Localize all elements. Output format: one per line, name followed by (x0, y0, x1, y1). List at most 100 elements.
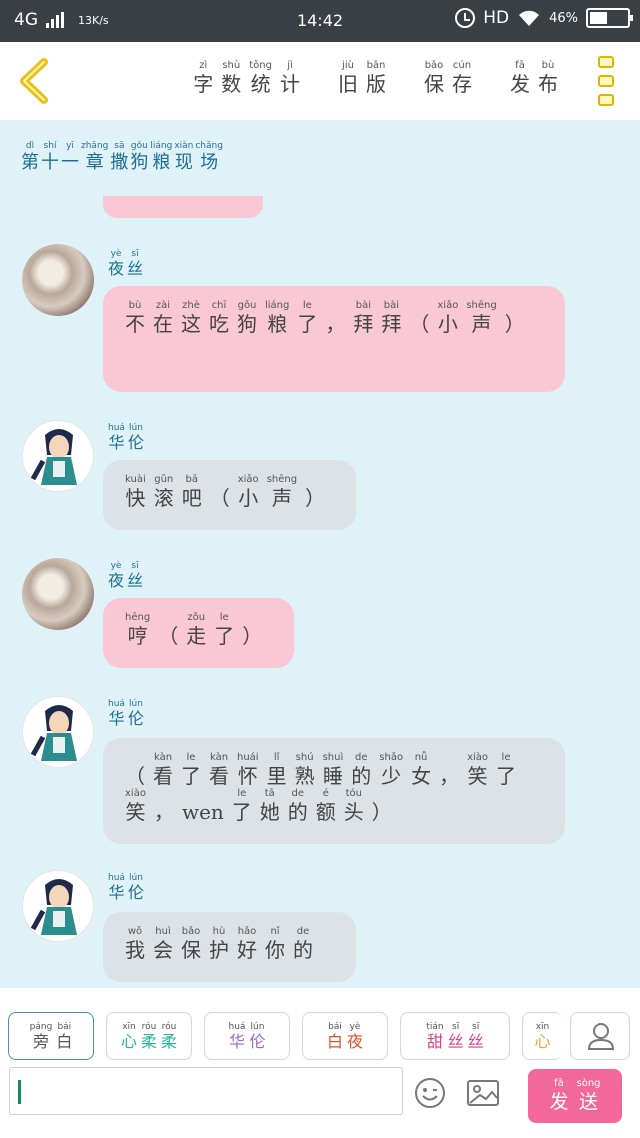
hanzi: 声 (471, 312, 492, 336)
pinyin-char: （ (409, 300, 429, 336)
pinyin: fā (515, 60, 525, 71)
hanzi: 粮 (152, 152, 171, 173)
hanzi: （ (158, 624, 179, 648)
hanzi: 一 (61, 152, 79, 173)
send-button[interactable]: fā 发 sòng 送 (528, 1069, 622, 1123)
pinyin (162, 788, 165, 800)
chip-narration[interactable]: páng 旁 bái 白 (8, 1012, 94, 1060)
message-bubble[interactable]: hēng 哼 （ zǒu 走 le 了 ） (103, 598, 294, 668)
pinyin (133, 752, 136, 764)
hanzi: 伦 (127, 709, 144, 728)
pinyin-char: ） (372, 788, 392, 824)
avatar[interactable] (22, 420, 94, 492)
pinyin: zhāng (81, 141, 109, 151)
hanzi: 的 (287, 800, 308, 824)
user-icon[interactable] (570, 1012, 630, 1060)
pinyin: nǐ (270, 926, 280, 937)
pinyin-char: wen (182, 788, 224, 824)
hanzi: 第 (21, 152, 39, 173)
pinyin-char: tóu 头 (344, 788, 364, 824)
pinyin-char: shēng 声 (267, 474, 297, 510)
chip-tian-si-si[interactable]: tián 甜 sī 丝 sī 丝 (400, 1012, 510, 1060)
save-button[interactable]: bǎo 保 cún 存 (420, 60, 476, 96)
pinyin: bù (541, 60, 555, 71)
chip-bai-ye[interactable]: bái 白 yè 夜 (302, 1012, 388, 1060)
chip-hua-lun[interactable]: huá 华 lún 伦 (204, 1012, 290, 1060)
hanzi: 布 (538, 72, 558, 96)
back-arrow-icon[interactable] (14, 58, 54, 104)
pinyin-char: le 了 (214, 612, 234, 648)
hanzi: 不 (125, 312, 145, 336)
pinyin: bài (355, 300, 371, 311)
hanzi: 夜 (347, 1032, 364, 1051)
avatar[interactable] (22, 244, 94, 316)
hanzi: 现 (174, 152, 193, 173)
message-input[interactable] (9, 1067, 403, 1115)
chip-partial[interactable]: xīn 心 (522, 1012, 562, 1060)
pinyin-char: chǎng 场 (195, 140, 223, 174)
pinyin-char: shēng 声 (466, 300, 496, 336)
hanzi: 送 (579, 1091, 599, 1113)
pinyin-char: yè 夜 (108, 248, 124, 278)
pinyin: le (501, 752, 511, 763)
pinyin-char: bù 不 (125, 300, 145, 336)
emoji-icon[interactable] (414, 1077, 446, 1109)
old-version-button[interactable]: jiù 旧 bǎn 版 (334, 60, 390, 96)
word-count-button[interactable]: zì 字 shù 数 tǒng 统 jì 计 (189, 60, 304, 96)
pinyin: zǒu (187, 612, 206, 623)
hanzi: 白 (56, 1032, 73, 1051)
pinyin-char: cún 存 (452, 60, 472, 96)
wifi-icon (519, 10, 540, 26)
hanzi: 撒 (110, 152, 129, 173)
pinyin-char: huá 华 (229, 1021, 246, 1051)
pinyin-char: ） (505, 300, 525, 336)
pinyin: hēng (125, 612, 151, 623)
hanzi: 华 (108, 883, 125, 902)
pinyin-char: lún 伦 (128, 872, 144, 902)
pinyin-char: tā 她 (260, 788, 280, 824)
speaker-name: huá 华 lún 伦 (108, 422, 147, 452)
image-icon[interactable] (466, 1079, 500, 1107)
pinyin: shēng (266, 474, 298, 485)
message-bubble[interactable]: kuài 快 gǔn 滚 bā 吧 （ xiǎo 小 shēng 声 ） (103, 460, 356, 530)
pinyin (218, 474, 221, 486)
hanzi: 看 (209, 764, 229, 788)
hanzi: 版 (366, 72, 386, 96)
message-bubble[interactable]: bù 不 zài 在 zhè 这 chī 吃 gǒu 狗 liáng 粮 le 了 ， bài 拜 bài 拜 （… (103, 286, 565, 392)
hanzi: 了 (231, 800, 252, 824)
avatar[interactable] (22, 870, 94, 942)
pinyin-char: nǚ 女 (411, 752, 431, 788)
pinyin: zài (155, 300, 171, 311)
pinyin-char: huá 华 (108, 698, 125, 728)
pinyin: gǔn (154, 474, 174, 485)
pinyin (418, 300, 421, 312)
pinyin: bǎo (181, 926, 201, 937)
pinyin-char: sī 丝 (127, 248, 143, 278)
hanzi: （ (209, 486, 230, 510)
avatar[interactable] (22, 558, 94, 630)
hanzi: 怀 (237, 764, 258, 788)
pinyin-char: le 了 (232, 788, 252, 824)
pinyin-char: é额 (316, 788, 336, 824)
hanzi: 的 (351, 764, 372, 788)
pinyin-char: bǎn 版 (366, 60, 386, 96)
chip-xin-rou-rou[interactable]: xīn 心 róu 柔 róu 柔 (106, 1012, 192, 1060)
pinyin-char: huì 会 (153, 926, 173, 962)
pinyin: gǒu (237, 300, 257, 311)
avatar[interactable] (22, 696, 94, 768)
publish-button[interactable]: fā 发 bù 布 (506, 60, 562, 96)
more-menu-icon[interactable] (598, 56, 616, 106)
pinyin: sòng (576, 1078, 601, 1089)
pinyin: shǎo (379, 752, 404, 763)
pinyin-char: xīn 心 (121, 1021, 137, 1051)
pinyin-char: lún 伦 (128, 422, 144, 452)
message-bubble[interactable]: （kàn 看 le 了 kàn 看 huái 怀 lǐ 里 shú 熟 shuì 睡 de 的 shǎo 少 nǚ 女… (103, 738, 565, 844)
pinyin: xiǎo (237, 474, 259, 485)
message-bubble[interactable]: wǒ 我 huì 会 bǎo 保 hù 护 hǎo 好 nǐ 你 de 的 (103, 912, 356, 982)
pinyin: tā (264, 788, 275, 799)
pinyin-char: sī 丝 (127, 560, 143, 590)
hanzi: （ (125, 764, 145, 788)
hanzi: wen (181, 800, 224, 824)
pinyin: chī (211, 300, 227, 311)
pinyin-char: xiǎo 小 (238, 474, 259, 510)
